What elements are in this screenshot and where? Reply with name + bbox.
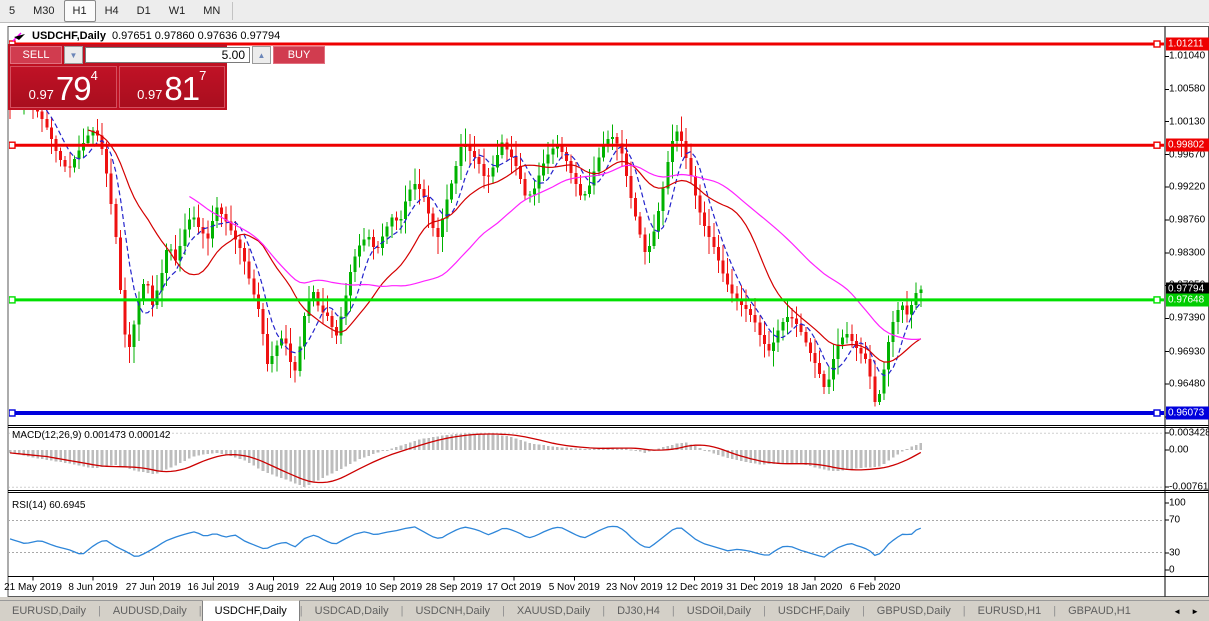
chart-tab-audusd-daily[interactable]: AUDUSD,Daily xyxy=(101,601,199,621)
timeframe-button-5[interactable]: 5 xyxy=(0,0,24,22)
tab-scroll-controls: ◄► xyxy=(1163,601,1209,621)
chart-tab-usdcad-daily[interactable]: USDCAD,Daily xyxy=(303,601,401,621)
date-axis-label: 23 Nov 2019 xyxy=(606,582,663,593)
chart-tab-eurusd-daily[interactable]: EURUSD,Daily xyxy=(0,601,98,621)
date-axis-label: 16 Jul 2019 xyxy=(188,582,240,593)
date-axis-label: 31 Dec 2019 xyxy=(726,582,783,593)
chart-tab-gbpusd-daily[interactable]: GBPUSD,Daily xyxy=(865,601,963,621)
chart-tab-gbpaud-h1[interactable]: GBPAUD,H1 xyxy=(1056,601,1143,621)
date-axis-label: 3 Aug 2019 xyxy=(248,582,299,593)
macd-label: MACD(12,26,9) 0.001473 0.000142 xyxy=(12,430,170,441)
chart-title-symbol: USDCHF,Daily xyxy=(32,30,106,42)
timeframe-button-m30[interactable]: M30 xyxy=(24,0,63,22)
macd-axis-label: -0.007615 xyxy=(1169,482,1209,493)
toolbar-separator xyxy=(232,2,233,20)
sell-price-sup: 4 xyxy=(91,69,98,82)
rsi-axis-label: 0 xyxy=(1169,565,1175,576)
date-axis-label: 18 Jan 2020 xyxy=(787,582,842,593)
timeframe-button-h1[interactable]: H1 xyxy=(64,0,96,22)
buy-button[interactable]: BUY xyxy=(273,46,325,64)
date-axis-label: 6 Feb 2020 xyxy=(850,582,901,593)
chart-tab-bar: EURUSD,Daily|AUDUSD,Daily|USDCHF,Daily|U… xyxy=(0,600,1209,621)
sell-button[interactable]: SELL xyxy=(10,46,62,64)
price-axis-label: 1.00580 xyxy=(1169,84,1205,95)
chart-cursor-icon xyxy=(12,30,26,42)
date-axis-label: 10 Sep 2019 xyxy=(365,582,422,593)
rsi-axis-label: 70 xyxy=(1169,515,1180,526)
sell-price-small: 0.97 xyxy=(29,85,54,105)
timeframe-toolbar: 5M30H1H4D1W1MN xyxy=(0,0,1209,23)
chart-title-ohlc: 0.97651 0.97860 0.97636 0.97794 xyxy=(112,30,280,42)
date-axis-label: 12 Dec 2019 xyxy=(666,582,723,593)
date-axis-label: 22 Aug 2019 xyxy=(306,582,362,593)
buy-price-small: 0.97 xyxy=(137,85,162,105)
date-axis-label: 8 Jun 2019 xyxy=(68,582,118,593)
chart-tab-eurusd-h1[interactable]: EURUSD,H1 xyxy=(966,601,1054,621)
price-badge: 0.97648 xyxy=(1166,293,1209,306)
price-axis-label: 0.96930 xyxy=(1169,346,1205,357)
price-axis-label: 0.98300 xyxy=(1169,248,1205,259)
one-click-trading-panel: SELL ▼ ▲ BUY 0.97 79 4 0.97 81 7 xyxy=(8,44,227,110)
macd-axis-label: 0.003428 xyxy=(1169,428,1209,439)
buy-price-box[interactable]: 0.97 81 7 xyxy=(119,66,226,108)
macd-axis-label: 0.00 xyxy=(1169,445,1188,456)
price-axis-label: 0.97390 xyxy=(1169,313,1205,324)
rsi-axis-label: 30 xyxy=(1169,548,1180,559)
chart-tab-usdchf-daily[interactable]: USDCHF,Daily xyxy=(766,601,862,621)
tab-scroll-left-icon[interactable]: ◄ xyxy=(1173,607,1181,616)
rsi-axis-label: 100 xyxy=(1169,498,1186,509)
buy-price-sup: 7 xyxy=(199,69,206,82)
timeframe-button-w1[interactable]: W1 xyxy=(160,0,195,22)
timeframe-button-h4[interactable]: H4 xyxy=(96,0,128,22)
chart-tab-dj30-h4[interactable]: DJ30,H4 xyxy=(605,601,672,621)
sell-price-big: 79 xyxy=(56,72,91,105)
tab-scroll-right-icon[interactable]: ► xyxy=(1191,607,1199,616)
date-axis-label: 5 Nov 2019 xyxy=(549,582,600,593)
chart-tab-usdoil-daily[interactable]: USDOil,Daily xyxy=(675,601,763,621)
date-axis-label: 28 Sep 2019 xyxy=(426,582,483,593)
sell-price-box[interactable]: 0.97 79 4 xyxy=(10,66,117,108)
price-axis-label: 1.00130 xyxy=(1169,116,1205,127)
price-axis-label: 1.01040 xyxy=(1169,51,1205,62)
date-axis-label: 17 Oct 2019 xyxy=(487,582,541,593)
price-axis-label: 0.99220 xyxy=(1169,182,1205,193)
price-badge: 1.01211 xyxy=(1166,38,1209,51)
price-axis-label: 0.98760 xyxy=(1169,215,1205,226)
timeframe-button-mn[interactable]: MN xyxy=(194,0,229,22)
chart-tab-usdcnh-daily[interactable]: USDCNH,Daily xyxy=(403,601,502,621)
chart-tab-xauusd-daily[interactable]: XAUUSD,Daily xyxy=(505,601,602,621)
rsi-label: RSI(14) 60.6945 xyxy=(12,500,85,511)
volume-input[interactable] xyxy=(85,47,250,63)
date-axis-label: 27 Jun 2019 xyxy=(126,582,181,593)
chart-tab-usdchf-daily[interactable]: USDCHF,Daily xyxy=(202,600,300,621)
price-badge: 0.99802 xyxy=(1166,139,1209,152)
volume-decrease-button[interactable]: ▼ xyxy=(64,46,83,64)
date-axis-label: 21 May 2019 xyxy=(4,582,62,593)
price-badge: 0.96073 xyxy=(1166,407,1209,420)
chart-title-row: USDCHF,Daily 0.97651 0.97860 0.97636 0.9… xyxy=(12,29,280,43)
buy-price-big: 81 xyxy=(164,72,199,105)
volume-increase-button[interactable]: ▲ xyxy=(252,46,271,64)
timeframe-button-d1[interactable]: D1 xyxy=(128,0,160,22)
price-axis-label: 0.96480 xyxy=(1169,378,1205,389)
